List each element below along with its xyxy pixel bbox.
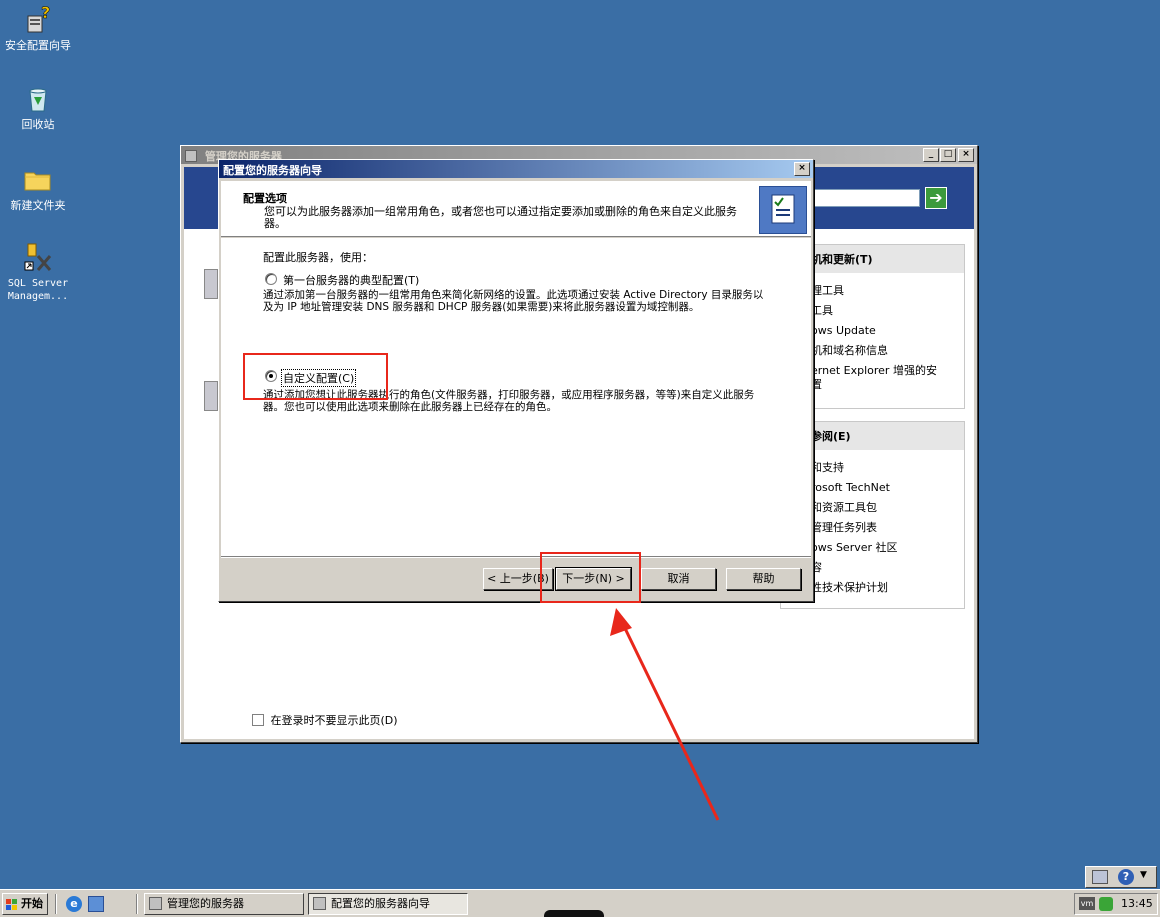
panel-link[interactable]: ernet Explorer 增强的安 <box>811 364 964 378</box>
annotation-box-custom-config <box>243 353 388 400</box>
help-icon[interactable]: ? <box>1118 869 1134 885</box>
desktop-icon-security-wizard[interactable]: ? 安全配置向导 <box>0 3 76 52</box>
wizard-separator <box>221 556 811 558</box>
system-tray: vm 13:45 <box>1074 893 1158 915</box>
internet-explorer-icon[interactable]: e <box>66 896 82 912</box>
dont-show-label: 在登录时不要显示此页(D) <box>270 714 398 727</box>
quicklaunch-divider <box>55 894 57 914</box>
panel-link[interactable]: 容 <box>811 558 964 578</box>
panel-link[interactable]: rosoft TechNet <box>811 478 964 498</box>
configure-label: 配置此服务器，使用： <box>263 251 373 264</box>
dont-show-checkbox[interactable] <box>252 714 264 726</box>
minimize-button[interactable]: _ <box>923 148 939 162</box>
panel-link[interactable]: ows Update <box>811 321 964 341</box>
taskbar-item-label: 配置您的服务器向导 <box>331 897 430 910</box>
wizard-close-button[interactable]: × <box>794 162 810 176</box>
panel-link[interactable]: 理工具 <box>811 281 964 301</box>
panel-link[interactable]: ows Server 社区 <box>811 538 964 558</box>
server-icon <box>313 897 326 910</box>
help-button[interactable]: 帮助 <box>726 568 801 590</box>
annotation-arrow <box>610 608 720 821</box>
desktop-icon-label: SQL Server Managem... <box>7 278 69 302</box>
typical-config-label[interactable]: 第一台服务器的典型配置(T) <box>283 272 419 288</box>
desktop-icon-label: 回收站 <box>21 118 55 131</box>
server-icon <box>149 897 162 910</box>
panel-link[interactable]: 置 <box>811 378 964 392</box>
desktop-icon-new-folder[interactable]: 新建文件夹 <box>0 164 76 212</box>
sql-server-tools-icon <box>22 242 54 274</box>
panel-link[interactable]: 工具 <box>811 301 964 321</box>
annotation-box-next-button <box>540 552 641 603</box>
desktop-icon-label: 安全配置向导 <box>5 39 71 52</box>
wizard-title: 配置您的服务器向导 <box>223 164 322 177</box>
desktop-icon-label: 新建文件夹 <box>10 199 66 212</box>
show-desktop-icon[interactable] <box>88 896 104 912</box>
quicklaunch-divider <box>136 894 138 914</box>
banner-search-input[interactable] <box>814 189 920 207</box>
folder-icon <box>22 164 54 196</box>
recycle-bin-icon <box>22 83 54 115</box>
clock: 13:45 <box>1121 897 1153 910</box>
overlay-pill <box>544 910 604 917</box>
wizard-header-desc: 您可以为此服务器添加一组常用角色，或者您也可以通过指定要添加或删除的角色来自定义… <box>264 205 737 230</box>
taskbar-item-manage-server[interactable]: 管理您的服务器 <box>144 893 304 915</box>
go-arrow-icon[interactable]: ➔ <box>925 187 947 209</box>
vmware-tools-icon[interactable]: vm <box>1079 897 1095 910</box>
panel-link[interactable]: 和资源工具包 <box>811 498 964 518</box>
wizard-header: 配置选项 您可以为此服务器添加一组常用角色，或者您也可以通过指定要添加或删除的角… <box>221 181 811 237</box>
desktop-icon-recycle-bin[interactable]: 回收站 <box>0 83 76 131</box>
desktop-icon-sql-server[interactable]: SQL Server Managem... <box>0 242 76 303</box>
server-icon <box>185 150 197 162</box>
keyboard-icon[interactable] <box>1092 870 1108 884</box>
windows-logo-icon <box>6 898 18 910</box>
wizard-header-title: 配置选项 <box>243 192 287 205</box>
close-button[interactable]: × <box>958 148 974 162</box>
security-wizard-icon: ? <box>22 3 54 36</box>
network-icon[interactable] <box>1099 897 1113 911</box>
dropdown-icon[interactable]: ▼ <box>1140 870 1147 880</box>
typical-config-desc: 通过添加第一台服务器的一组常用角色来简化新网络的设置。此选项通过安装 Activ… <box>263 289 764 313</box>
panel-link[interactable]: 机和域名称信息 <box>811 341 964 361</box>
svg-text:?: ? <box>41 4 50 22</box>
start-label: 开始 <box>21 897 43 910</box>
maximize-button[interactable]: □ <box>940 148 956 162</box>
taskbar-item-label: 管理您的服务器 <box>167 897 244 910</box>
role-icon <box>204 381 218 411</box>
taskbar-item-wizard[interactable]: 配置您的服务器向导 <box>308 893 468 915</box>
panel-link[interactable]: 管理任务列表 <box>811 518 964 538</box>
floating-toolbar: ? ▼ <box>1085 866 1157 888</box>
role-icon <box>204 269 218 299</box>
wizard-titlebar: 配置您的服务器向导 × <box>219 160 813 178</box>
start-button[interactable]: 开始 <box>2 893 48 915</box>
dont-show-checkbox-row[interactable]: 在登录时不要显示此页(D) <box>252 712 398 728</box>
panel-link[interactable]: 和支持 <box>811 458 964 478</box>
typical-config-radio[interactable] <box>265 273 277 285</box>
cancel-button[interactable]: 取消 <box>641 568 716 590</box>
panel-link[interactable]: 性技术保护计划 <box>811 578 964 598</box>
wizard-checklist-icon <box>759 186 807 234</box>
